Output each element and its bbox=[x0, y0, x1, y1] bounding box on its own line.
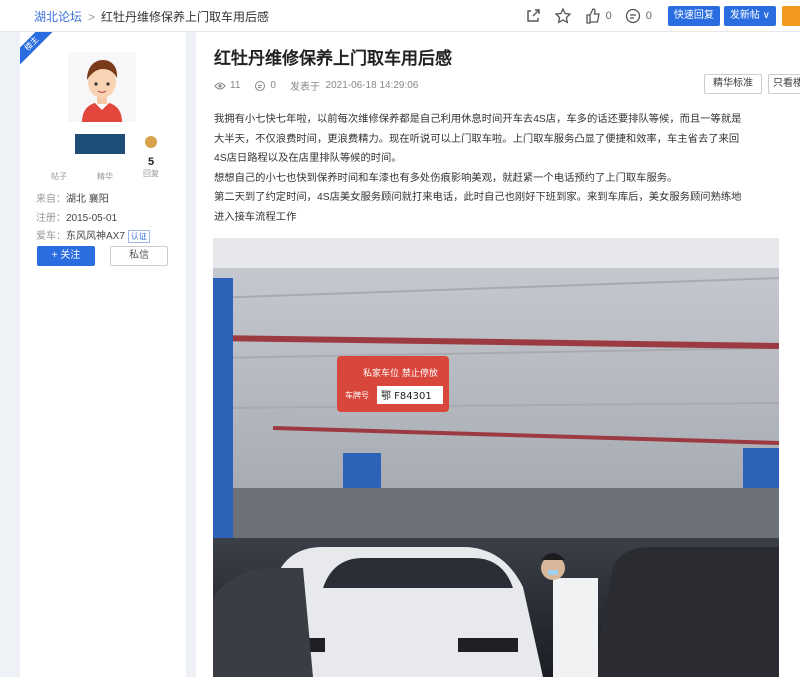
stat-replies-label: 回复 bbox=[143, 169, 159, 178]
comment-count-meta-value: 0 bbox=[270, 80, 276, 91]
featured-standard-button[interactable]: 精华标准 bbox=[704, 74, 762, 94]
op-ribbon: 楼主 bbox=[20, 32, 60, 72]
like-count: 0 bbox=[605, 10, 612, 22]
new-post-label: 发新帖 bbox=[729, 10, 760, 21]
user-registered: 注册：2015-05-01 bbox=[36, 209, 117, 224]
post-photo[interactable]: 私家车位 禁止停放 车牌号 鄂 F84301 bbox=[213, 238, 779, 677]
sign-label: 车牌号 bbox=[345, 390, 369, 400]
avatar-illustration bbox=[68, 52, 136, 122]
car-value[interactable]: 东风风神AX7 bbox=[66, 231, 125, 242]
user-car: 爱车：东风风神AX7 认证 bbox=[36, 227, 150, 243]
sign-plate: 鄂 F84301 bbox=[381, 390, 432, 402]
reg-value: 2015-05-01 bbox=[66, 213, 118, 224]
post-toolbar: 0 0 快速回复 发新帖 ∨ bbox=[524, 5, 800, 27]
post-paragraph: 4S店日路程以及在店里排队等候的时间。 bbox=[214, 153, 402, 164]
from-label: 来自： bbox=[36, 194, 66, 205]
user-from: 来自：湖北 襄阳 bbox=[36, 190, 109, 205]
post-main: 红牡丹维修保养上门取车用后感 11 0 发表于 2021-06-18 14:29… bbox=[196, 32, 800, 677]
medal-icon bbox=[145, 136, 157, 148]
new-post-dropdown[interactable]: 发新帖 ∨ bbox=[723, 6, 776, 26]
post-paragraph: 想想自己的小七也快到保养时间和车漆也有多处伤痕影响美观，就赶紧一个电话预约了上门… bbox=[214, 172, 678, 184]
post-paragraph: 大半天，不仅浪费时间，更浪费精力。现在听说可以上门取车啦。上门取车服务凸显了便捷… bbox=[214, 133, 740, 145]
author-only-button[interactable]: 只看楼 bbox=[768, 74, 800, 94]
follow-button[interactable]: + 关注 bbox=[37, 246, 95, 266]
breadcrumb-separator: > bbox=[88, 10, 96, 24]
stat-featured-label: 精华 bbox=[97, 172, 113, 181]
car-label: 爱车： bbox=[36, 231, 66, 242]
post-meta: 11 0 发表于 2021-06-18 14:29:06 bbox=[214, 78, 432, 93]
comment-icon bbox=[255, 80, 266, 91]
stat-replies: 5 回复 bbox=[128, 156, 174, 179]
thumbs-up-icon bbox=[585, 8, 600, 24]
like-button[interactable]: 0 bbox=[584, 7, 612, 25]
stat-posts-label: 帖子 bbox=[51, 172, 67, 181]
breadcrumb: 湖北论坛 > 红牡丹维修保养上门取车用后感 bbox=[34, 8, 269, 25]
star-icon bbox=[554, 7, 572, 24]
username-redacted[interactable] bbox=[75, 134, 125, 154]
from-value: 湖北 襄阳 bbox=[66, 194, 109, 205]
breadcrumb-forum-link[interactable]: 湖北论坛 bbox=[34, 10, 82, 24]
share-icon bbox=[526, 9, 540, 22]
comment-icon bbox=[625, 8, 640, 24]
quick-reply-button[interactable]: 快速回复 bbox=[667, 6, 720, 26]
author-sidebar: 楼主 帖子 精华 5 回复 来自：湖北 襄阳 注册：2015-05-01 爱车：… bbox=[20, 32, 186, 677]
post-paragraph: 我拥有小七快七年啦，以前每次维修保养都是自己利用休息时间开车去4S店，车多的话还… bbox=[214, 114, 742, 125]
garage-photo: 私家车位 禁止停放 车牌号 鄂 F84301 bbox=[213, 238, 779, 677]
reg-label: 注册： bbox=[36, 213, 66, 224]
eye-icon bbox=[214, 82, 226, 89]
post-paragraph: 第二天到了约定时间，4S店美女服务顾问就打来电话，此时自己也刚好下班到家。来到车… bbox=[214, 192, 742, 203]
comment-count-meta: 0 bbox=[254, 80, 276, 92]
post-title: 红牡丹维修保养上门取车用后感 bbox=[214, 49, 452, 68]
op-ribbon-label: 楼主 bbox=[20, 32, 58, 70]
comment-button[interactable]: 0 bbox=[624, 7, 652, 25]
comment-count: 0 bbox=[645, 10, 652, 22]
favorite-button[interactable] bbox=[554, 7, 572, 25]
view-count: 11 bbox=[214, 80, 240, 92]
stat-posts: 帖子 bbox=[36, 156, 82, 182]
view-count-value: 11 bbox=[230, 80, 241, 91]
breadcrumb-current: 红牡丹维修保养上门取车用后感 bbox=[101, 10, 270, 24]
post-body: 我拥有小七快七年啦，以前每次维修保养都是自己利用休息时间开车去4S店，车多的话还… bbox=[214, 110, 782, 227]
top-bar: 湖北论坛 > 红牡丹维修保养上门取车用后感 0 0 快速回复 发新帖 ∨ bbox=[0, 0, 800, 32]
post-paragraph: 进入接车流程工作 bbox=[214, 211, 297, 223]
share-button[interactable] bbox=[524, 7, 542, 25]
private-message-button[interactable]: 私信 bbox=[110, 246, 168, 266]
stat-featured: 精华 bbox=[82, 156, 128, 182]
sign-title: 私家车位 禁止停放 bbox=[363, 367, 438, 379]
publish-time: 发表于 2021-06-18 14:29:06 bbox=[290, 78, 418, 93]
user-stats: 帖子 精华 5 回复 bbox=[36, 156, 176, 182]
publish-label: 发表于 bbox=[289, 82, 320, 93]
avatar[interactable] bbox=[68, 52, 136, 122]
car-verified-badge: 认证 bbox=[127, 230, 150, 243]
publish-time-value: 2021-06-18 14:29:06 bbox=[325, 80, 419, 91]
stat-replies-value: 5 bbox=[147, 156, 155, 168]
orange-action-button[interactable] bbox=[782, 6, 800, 26]
chevron-down-icon: ∨ bbox=[759, 10, 770, 21]
